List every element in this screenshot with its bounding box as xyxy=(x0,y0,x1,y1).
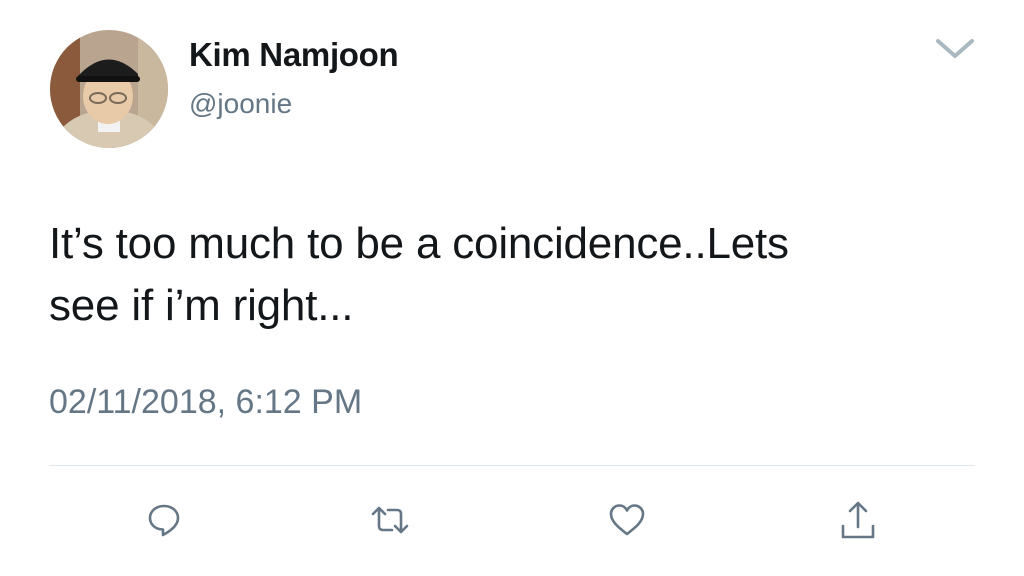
user-handle[interactable]: @joonie xyxy=(189,88,292,120)
speech-bubble-icon xyxy=(148,504,180,537)
tweet-card: Kim Namjoon @joonie It’s too much to be … xyxy=(0,0,1024,576)
like-button[interactable] xyxy=(605,498,649,542)
divider xyxy=(49,465,975,466)
share-button[interactable] xyxy=(836,498,880,542)
avatar-image xyxy=(50,30,168,148)
tweet-timestamp[interactable]: 02/11/2018, 6:12 PM xyxy=(49,383,362,422)
reply-button[interactable] xyxy=(142,498,186,542)
heart-icon xyxy=(609,504,645,536)
tweet-text: It’s too much to be a coincidence..Lets … xyxy=(49,219,789,330)
retweet-arrows-icon xyxy=(371,506,409,534)
display-name[interactable]: Kim Namjoon xyxy=(189,36,399,74)
chevron-down-icon[interactable] xyxy=(934,36,976,62)
avatar[interactable] xyxy=(50,30,168,148)
retweet-button[interactable] xyxy=(368,498,412,542)
share-upload-icon xyxy=(841,501,875,539)
